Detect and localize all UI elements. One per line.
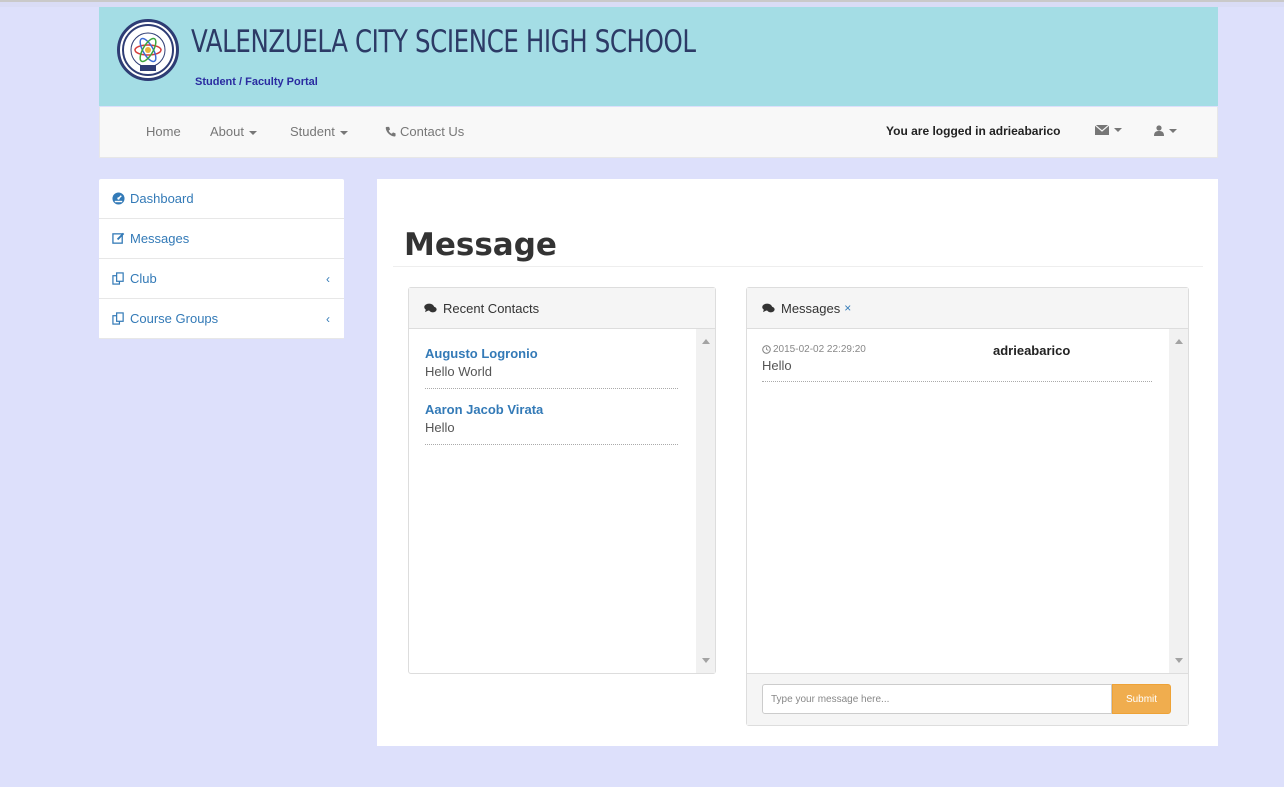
main-content: Message Recent Contacts Augusto Logronio… <box>377 179 1218 746</box>
page-title: Message <box>404 227 557 263</box>
close-icon[interactable]: × <box>844 301 851 315</box>
envelope-icon <box>1095 125 1109 135</box>
school-logo[interactable] <box>117 19 179 81</box>
caret-down-icon <box>248 130 257 135</box>
scroll-down-arrow-icon[interactable] <box>702 658 710 663</box>
messages-header: Messages × <box>747 288 1188 329</box>
user-dropdown[interactable] <box>1154 125 1177 136</box>
message-compose-bar: Submit <box>747 673 1188 725</box>
contact-last-message: Hello <box>425 420 455 435</box>
chevron-left-icon: ‹ <box>326 271 330 286</box>
sidebar-item-label: Course Groups <box>130 311 219 326</box>
scroll-down-arrow-icon[interactable] <box>1175 658 1183 663</box>
window-top-border <box>0 0 1284 7</box>
dashboard-icon <box>111 192 125 206</box>
message-time-text: 2015-02-02 22:29:20 <box>773 344 866 355</box>
sidebar-item-club[interactable]: Club ‹ <box>99 259 344 299</box>
nav-student-dropdown[interactable]: Student <box>290 124 348 139</box>
message-item: 2015-02-02 22:29:20 adrieabarico Hello <box>762 343 1152 382</box>
sidebar-item-label: Club <box>130 271 157 286</box>
sidebar-item-course-groups[interactable]: Course Groups ‹ <box>99 299 344 339</box>
caret-down-icon <box>1169 128 1177 133</box>
nav-about-dropdown[interactable]: About <box>210 124 257 139</box>
site-header: VALENZUELA CITY SCIENCE HIGH SCHOOL Stud… <box>99 7 1218 106</box>
copy-icon <box>111 272 125 286</box>
nav-home-label: Home <box>146 124 181 139</box>
contacts-scrollbar[interactable] <box>696 329 715 673</box>
recent-contacts-panel: Recent Contacts Augusto Logronio Hello W… <box>408 287 716 674</box>
phone-icon <box>385 126 396 137</box>
title-divider <box>393 266 1203 267</box>
contact-name[interactable]: Augusto Logronio <box>425 346 678 361</box>
message-timestamp: 2015-02-02 22:29:20 <box>762 344 1152 355</box>
logged-in-status: You are logged in adrieabarico <box>886 124 1061 138</box>
caret-down-icon <box>1114 128 1122 132</box>
copy-icon <box>111 312 125 326</box>
user-icon <box>1154 125 1164 136</box>
message-input[interactable] <box>762 684 1112 714</box>
messages-scrollbar[interactable] <box>1169 329 1188 673</box>
messages-panel: Messages × 2015-02-02 22:29:20 adrieabar… <box>746 287 1189 726</box>
school-name: VALENZUELA CITY SCIENCE HIGH SCHOOL <box>191 24 696 60</box>
nav-contact-us[interactable]: Contact Us <box>385 124 464 139</box>
contact-name[interactable]: Aaron Jacob Virata <box>425 402 678 417</box>
message-sender: adrieabarico <box>993 343 1071 358</box>
recent-contacts-header: Recent Contacts <box>409 288 715 329</box>
chevron-left-icon: ‹ <box>326 311 330 326</box>
sidebar-item-label: Messages <box>130 231 190 246</box>
contact-item[interactable]: Aaron Jacob Virata Hello <box>425 402 678 445</box>
portal-subtitle: Student / Faculty Portal <box>195 76 318 88</box>
messages-dropdown[interactable] <box>1095 125 1122 135</box>
caret-down-icon <box>339 130 348 135</box>
messages-title: Messages <box>781 300 841 316</box>
scroll-up-arrow-icon[interactable] <box>1175 339 1183 344</box>
top-navbar: Home About Student Contact Us You are lo… <box>99 107 1218 158</box>
recent-contacts-title: Recent Contacts <box>443 300 540 316</box>
contact-last-message: Hello World <box>425 364 492 379</box>
scroll-up-arrow-icon[interactable] <box>702 339 710 344</box>
nav-about-label: About <box>210 124 244 139</box>
nav-home[interactable]: Home <box>146 124 181 139</box>
school-seal-icon <box>122 24 174 76</box>
sidebar-item-dashboard[interactable]: Dashboard <box>99 179 344 219</box>
nav-student-label: Student <box>290 124 335 139</box>
submit-button[interactable]: Submit <box>1112 684 1171 714</box>
comments-icon <box>424 303 437 314</box>
clock-icon <box>762 345 771 354</box>
sidebar-item-messages[interactable]: Messages <box>99 219 344 259</box>
edit-icon <box>111 232 125 246</box>
sidebar-item-label: Dashboard <box>130 191 194 206</box>
nav-contact-label: Contact Us <box>400 124 465 139</box>
comments-icon <box>762 303 775 314</box>
contact-item[interactable]: Augusto Logronio Hello World <box>425 346 678 389</box>
sidebar: Dashboard Messages Club ‹ Course Groups … <box>99 179 344 339</box>
message-body: Hello <box>762 358 792 373</box>
